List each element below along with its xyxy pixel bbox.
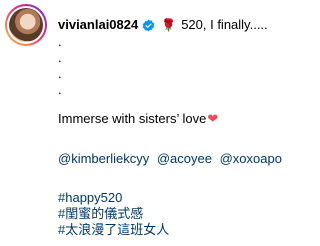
rose-icon: 🌹 [161,18,177,32]
hashtag-list: #happy520 #閨蜜的儀式感 #太浪漫了這班女人 [58,190,169,238]
avatar-photo [9,8,43,42]
caption-text: Immerse with sisters’ love [58,111,207,126]
mention-link[interactable]: @kimberliekcyy [58,151,149,166]
caption-dot: . [58,66,62,81]
caption-dots: . . . . [58,34,62,98]
caption-text-line: Immerse with sisters’ love❤ [58,111,218,127]
username-link[interactable]: vivianlai0824 [58,17,138,33]
avatar-ring-inner [7,6,45,44]
heart-icon: ❤ [207,111,219,126]
hashtag-link[interactable]: #太浪漫了這班女人 [58,222,169,238]
verified-badge-icon [142,19,155,31]
avatar[interactable] [5,4,47,46]
mention-link[interactable]: @xoxoapo [220,151,282,166]
caption-dot: . [58,82,62,97]
caption-dot: . [58,34,62,49]
caption-header: vivianlai0824 🌹 520, I finally..... [58,17,268,33]
hashtag-link[interactable]: #閨蜜的儀式感 [58,206,169,222]
mention-link[interactable]: @acoyee [157,151,212,166]
caption-dot: . [58,50,62,65]
caption-first-line: 520, I finally..... [181,17,268,32]
mentions-line: @kimberliekcyy @acoyee @xoxoapo [58,151,286,167]
hashtag-link[interactable]: #happy520 [58,190,169,206]
